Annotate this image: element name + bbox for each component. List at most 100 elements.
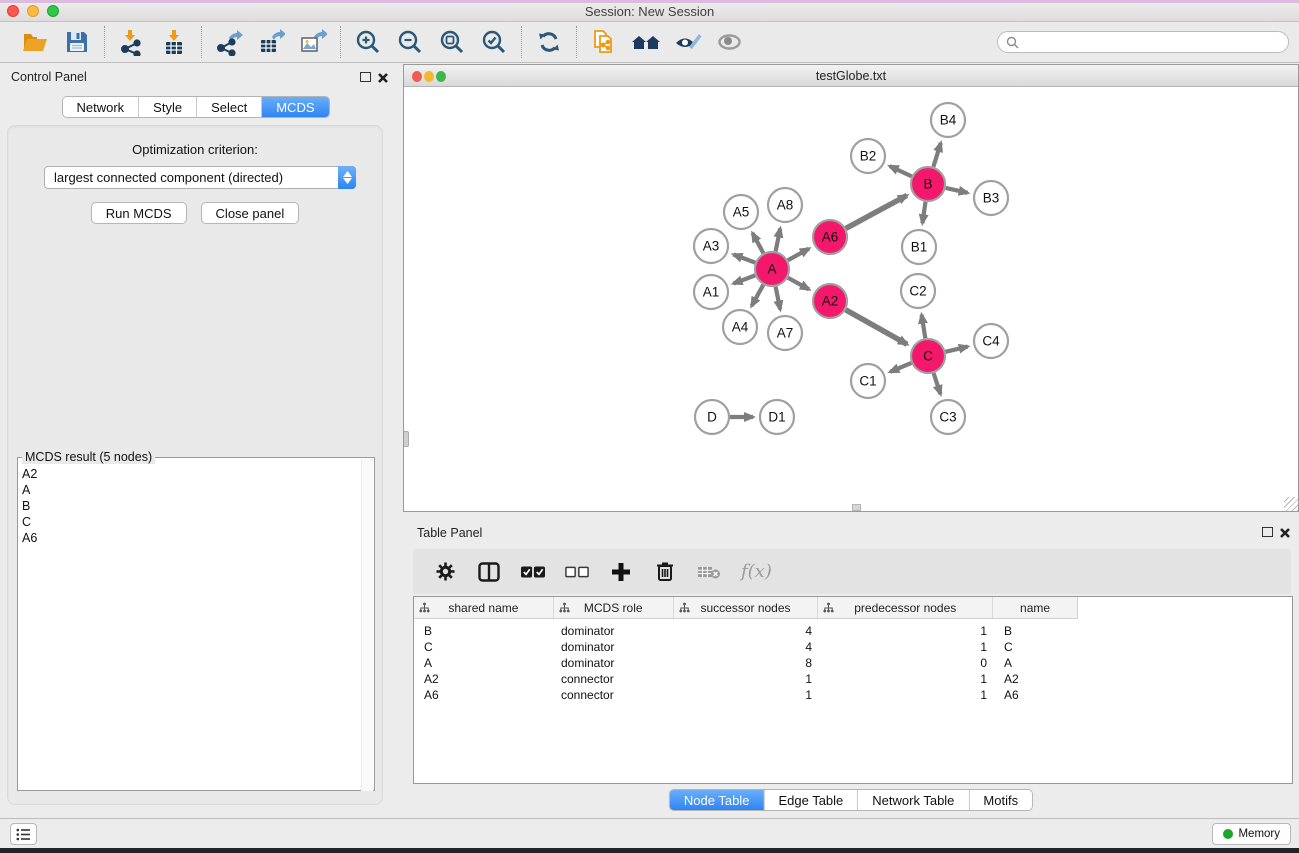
table-cell[interactable]: A	[414, 656, 554, 670]
zoom-selected-icon[interactable]	[479, 27, 509, 57]
graph-edge-A-A7[interactable]	[776, 287, 781, 310]
hide-graphics-details-icon[interactable]	[673, 27, 703, 57]
graph-edge-A6-B[interactable]	[846, 195, 907, 228]
network-canvas[interactable]: B4B2BB3A8A5A6A3B1AC2A1A2A4A7C4CC1C3DD1	[404, 88, 1298, 511]
table-cell[interactable]: 4	[674, 624, 819, 638]
table-cell[interactable]: 1	[819, 688, 994, 702]
table-cell[interactable]: 4	[674, 640, 819, 654]
graph-edge-A-A2[interactable]	[788, 278, 809, 290]
save-session-icon[interactable]	[62, 27, 92, 57]
graph-edge-B-B4[interactable]	[933, 143, 940, 167]
table-cell[interactable]: connector	[554, 688, 674, 702]
table-float-icon[interactable]	[1262, 527, 1273, 537]
table-row[interactable]: A6connector11A6	[414, 687, 1292, 703]
result-item[interactable]: C	[22, 514, 37, 530]
table-cell[interactable]: C	[414, 640, 554, 654]
graph-edge-A-A1[interactable]	[734, 275, 756, 283]
close-panel-button[interactable]: Close panel	[201, 202, 300, 224]
graph-edge-C-C3[interactable]	[934, 373, 941, 394]
criterion-select[interactable]: largest connected component (directed)	[44, 166, 356, 189]
search-field[interactable]	[997, 31, 1289, 53]
show-graphics-details-icon[interactable]	[715, 27, 745, 57]
refresh-icon[interactable]	[534, 27, 564, 57]
graph-edge-A-A5[interactable]	[753, 233, 764, 253]
table-cell[interactable]: A2	[994, 672, 1078, 686]
table-cell[interactable]: dominator	[554, 640, 674, 654]
table-options-icon[interactable]	[433, 560, 457, 584]
zoom-out-icon[interactable]	[395, 27, 425, 57]
result-item[interactable]: B	[22, 498, 37, 514]
select-all-icon[interactable]	[521, 560, 545, 584]
table-cell[interactable]: connector	[554, 672, 674, 686]
column-header-predecessor-nodes[interactable]: predecessor nodes	[818, 597, 993, 618]
show-columns-icon[interactable]	[477, 560, 501, 584]
result-item[interactable]: A2	[22, 466, 37, 482]
graph-edge-C-C4[interactable]	[946, 347, 968, 352]
column-header-mcds-role[interactable]: MCDS role	[554, 597, 674, 618]
run-mcds-button[interactable]: Run MCDS	[91, 202, 187, 224]
table-cell[interactable]: A6	[994, 688, 1078, 702]
delete-table-icon[interactable]	[697, 560, 721, 584]
close-panel-icon[interactable]	[377, 72, 389, 84]
show-all-panels-icon[interactable]	[631, 27, 661, 57]
result-scrollbar[interactable]	[361, 459, 373, 791]
tab-network[interactable]: Network	[62, 97, 138, 117]
table-close-icon[interactable]	[1279, 527, 1291, 539]
column-header-name[interactable]: name	[993, 597, 1077, 618]
add-row-icon[interactable]	[609, 560, 633, 584]
network-vertical-scrollbar[interactable]	[404, 431, 409, 447]
open-session-icon[interactable]	[20, 27, 50, 57]
graph-edge-B-B1[interactable]	[922, 202, 925, 223]
table-cell[interactable]: C	[994, 640, 1078, 654]
table-cell[interactable]: 1	[819, 672, 994, 686]
graph-edge-A-A4[interactable]	[752, 285, 764, 306]
column-header-shared-name[interactable]: shared name	[414, 597, 554, 618]
result-item[interactable]: A	[22, 482, 37, 498]
tab-style[interactable]: Style	[138, 97, 196, 117]
task-history-button[interactable]	[10, 823, 37, 845]
table-cell[interactable]: dominator	[554, 656, 674, 670]
zoom-fit-icon[interactable]	[437, 27, 467, 57]
table-row[interactable]: Cdominator41C	[414, 639, 1292, 655]
table-cell[interactable]: 1	[819, 624, 994, 638]
graph-edge-C-C2[interactable]	[922, 315, 926, 339]
table-cell[interactable]: 1	[674, 688, 819, 702]
graph-edge-A-A6[interactable]	[788, 249, 809, 261]
graph-edge-C-C1[interactable]	[890, 363, 911, 372]
import-table-icon[interactable]	[159, 27, 189, 57]
table-row[interactable]: Bdominator41B	[414, 623, 1292, 639]
column-header-successor-nodes[interactable]: successor nodes	[674, 597, 819, 618]
tab-mcds[interactable]: MCDS	[261, 97, 328, 117]
table-row[interactable]: Adominator80A	[414, 655, 1292, 671]
table-cell[interactable]: A6	[414, 688, 554, 702]
zoom-in-icon[interactable]	[353, 27, 383, 57]
tab-node-table[interactable]: Node Table	[670, 790, 764, 810]
duplicate-network-icon[interactable]	[589, 27, 619, 57]
graph-edge-B-B3[interactable]	[946, 188, 968, 193]
tab-select[interactable]: Select	[196, 97, 261, 117]
export-network-icon[interactable]	[214, 27, 244, 57]
graph-edge-A-A3[interactable]	[734, 255, 756, 263]
network-resize-grip[interactable]	[1284, 497, 1298, 511]
table-cell[interactable]: A2	[414, 672, 554, 686]
deselect-all-icon[interactable]	[565, 560, 589, 584]
table-cell[interactable]: B	[414, 624, 554, 638]
memory-button[interactable]: Memory	[1212, 823, 1291, 845]
search-input[interactable]	[1019, 35, 1288, 49]
graph-edge-A2-C[interactable]	[846, 310, 907, 345]
table-cell[interactable]: A	[994, 656, 1078, 670]
export-image-icon[interactable]	[298, 27, 328, 57]
function-builder-icon[interactable]: f(x)	[741, 561, 772, 582]
graph-edge-A-A8[interactable]	[776, 229, 781, 252]
delete-row-icon[interactable]	[653, 560, 677, 584]
tab-motifs[interactable]: Motifs	[968, 790, 1032, 810]
tab-network-table[interactable]: Network Table	[857, 790, 968, 810]
table-cell[interactable]: 1	[819, 640, 994, 654]
table-cell[interactable]: dominator	[554, 624, 674, 638]
export-table-icon[interactable]	[256, 27, 286, 57]
table-row[interactable]: A2connector11A2	[414, 671, 1292, 687]
table-cell[interactable]: 1	[674, 672, 819, 686]
network-window-titlebar[interactable]: testGlobe.txt	[404, 65, 1298, 87]
graph-edge-B-B2[interactable]	[890, 166, 912, 176]
table-cell[interactable]: 8	[674, 656, 819, 670]
